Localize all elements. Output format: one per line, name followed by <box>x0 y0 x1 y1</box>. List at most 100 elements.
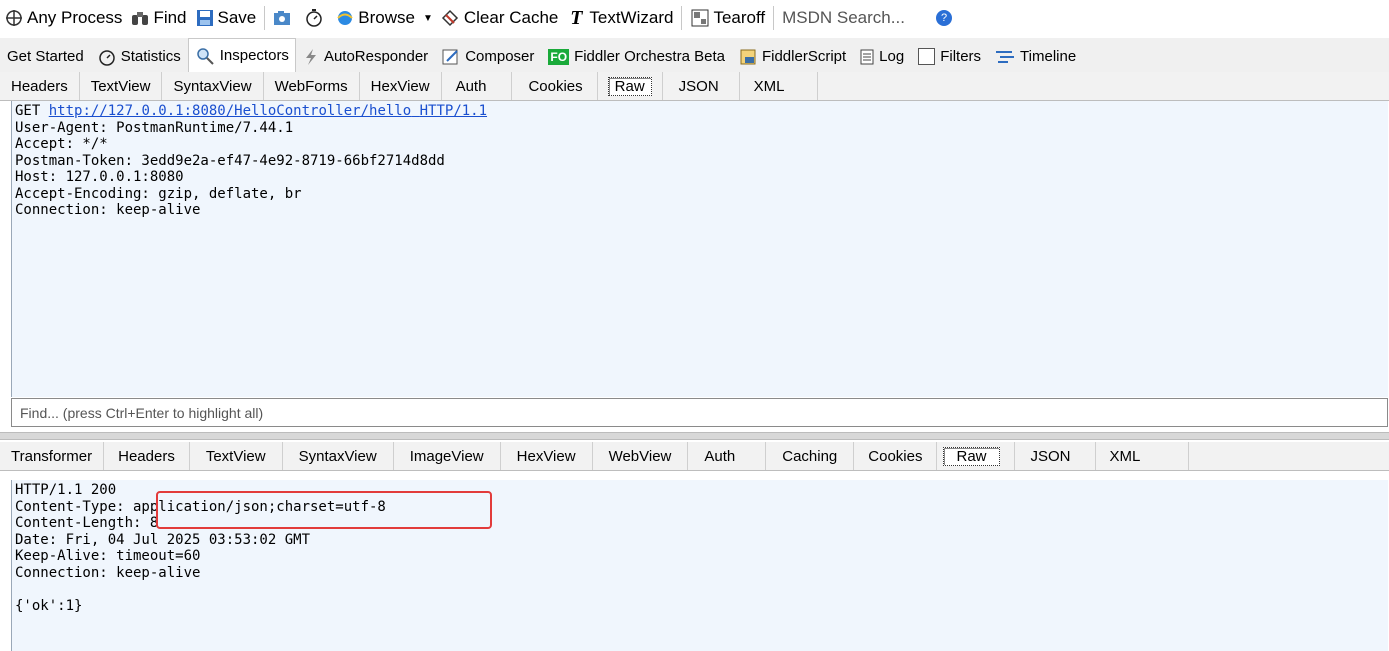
response-tab-headers[interactable]: Headers <box>104 442 190 470</box>
screenshot-button[interactable] <box>269 4 300 32</box>
tab-get-started[interactable]: Get Started <box>0 40 91 72</box>
script-icon <box>739 48 757 66</box>
tearoff-button[interactable]: Tearoff <box>686 4 769 32</box>
lightning-icon <box>303 48 319 66</box>
request-tab-json[interactable]: JSON <box>663 72 740 100</box>
request-header-line: Accept-Encoding: gzip, deflate, br <box>15 185 302 202</box>
tab-timeline[interactable]: Timeline <box>988 40 1083 72</box>
request-line: GET http://127.0.0.1:8080/HelloControlle… <box>15 103 1388 120</box>
any-process-label: Any Process <box>27 8 123 27</box>
tab-label: Filters <box>940 48 982 65</box>
textwizard-icon: T <box>570 6 583 29</box>
browse-button[interactable]: Browse <box>331 4 419 32</box>
crosshair-icon <box>4 8 24 28</box>
response-tab-caching[interactable]: Caching <box>766 442 855 470</box>
tab-label: HexView <box>516 447 576 465</box>
composer-icon <box>442 48 460 66</box>
tab-composer[interactable]: Composer <box>435 40 541 72</box>
toolbar-separator <box>681 6 683 30</box>
response-tab-hexview[interactable]: HexView <box>501 442 593 470</box>
textwizard-label: TextWizard <box>589 8 674 27</box>
request-url-link[interactable]: http://127.0.0.1:8080/HelloController/he… <box>49 103 487 119</box>
request-tab-textview[interactable]: TextView <box>80 72 163 100</box>
request-header-line: User-Agent: PostmanRuntime/7.44.1 <box>15 119 294 136</box>
tab-fiddler-orchestra[interactable]: FO Fiddler Orchestra Beta <box>541 40 732 72</box>
request-url: http://127.0.0.1:8080/HelloController/he… <box>48 103 412 119</box>
save-button[interactable]: Save <box>191 4 261 32</box>
tab-label: Auth <box>704 447 736 465</box>
log-icon <box>860 49 874 65</box>
tab-label: Cookies <box>868 447 923 465</box>
tab-label: Composer <box>465 48 535 65</box>
tab-statistics[interactable]: Statistics <box>91 40 188 72</box>
any-process-button[interactable]: Any Process <box>0 4 126 32</box>
pane-splitter[interactable] <box>0 432 1389 440</box>
magnifier-icon <box>195 47 215 65</box>
binoculars-icon <box>130 8 150 28</box>
chevron-down-icon: ▼ <box>422 12 433 24</box>
browse-label: Browse <box>358 8 415 27</box>
response-tab-xml[interactable]: XML <box>1096 442 1190 470</box>
tab-autoresponder[interactable]: AutoResponder <box>296 40 435 72</box>
content-type-highlight-box <box>156 491 492 529</box>
camera-icon <box>273 8 293 28</box>
help-icon[interactable]: ? <box>936 10 953 26</box>
request-tab-syntaxview[interactable]: SyntaxView <box>162 72 264 100</box>
fiddler-orchestra-icon: FO <box>548 48 570 65</box>
tab-label: TextView <box>205 447 266 465</box>
tab-log[interactable]: Log <box>853 40 911 72</box>
tab-label: ImageView <box>409 447 484 465</box>
response-blank-line <box>15 581 1388 598</box>
tab-label: Fiddler Orchestra Beta <box>574 48 725 65</box>
request-tab-cookies[interactable]: Cookies <box>512 72 598 100</box>
response-tab-cookies[interactable]: Cookies <box>854 442 938 470</box>
request-header-line: Connection: keep-alive <box>15 202 201 218</box>
toolbar-separator <box>264 6 266 30</box>
msdn-search-input[interactable]: MSDN Search... <box>778 5 931 31</box>
find-button[interactable]: Find <box>126 4 190 32</box>
main-toolbar: Any Process Find Save Browse ▼ Clear Cac… <box>0 0 1389 36</box>
tab-label: Headers <box>11 77 68 95</box>
request-tab-hexview[interactable]: HexView <box>360 72 442 100</box>
request-header-line: Postman-Token: 3edd9e2a-ef47-4e92-8719-6… <box>15 152 445 169</box>
response-tab-auth[interactable]: Auth <box>688 442 767 470</box>
tab-label: FiddlerScript <box>761 48 847 65</box>
tab-label: Transformer <box>11 447 93 465</box>
tab-label: HexView <box>370 77 430 95</box>
request-header-line: Host: 127.0.0.1:8080 <box>15 169 184 185</box>
find-input[interactable]: Find... (press Ctrl+Enter to highlight a… <box>11 398 1388 427</box>
browser-icon <box>335 8 355 28</box>
tab-label: Timeline <box>1020 48 1077 65</box>
clear-cache-button[interactable]: Clear Cache <box>437 4 563 32</box>
filters-checkbox[interactable] <box>918 48 936 65</box>
tearoff-label: Tearoff <box>713 8 766 27</box>
response-tab-textview[interactable]: TextView <box>190 442 283 470</box>
tab-inspectors[interactable]: Inspectors <box>187 38 296 72</box>
tab-label: Log <box>879 48 905 65</box>
request-tab-xml[interactable]: XML <box>740 72 818 100</box>
response-tab-json[interactable]: JSON <box>1015 442 1096 470</box>
request-tab-auth[interactable]: Auth <box>442 72 513 100</box>
main-tab-strip: Get Started Statistics Inspectors AutoRe… <box>0 38 1389 73</box>
tab-label: Get Started <box>7 48 84 65</box>
tab-label: WebForms <box>274 77 348 95</box>
textwizard-button[interactable]: T TextWizard <box>562 4 677 32</box>
request-tab-raw[interactable]: Raw <box>598 72 663 100</box>
response-tab-syntaxview[interactable]: SyntaxView <box>283 442 394 470</box>
request-raw-textarea[interactable]: GET http://127.0.0.1:8080/HelloControlle… <box>11 101 1388 397</box>
tab-fiddlerscript[interactable]: FiddlerScript <box>732 40 853 72</box>
response-tab-transformer[interactable]: Transformer <box>0 442 105 470</box>
request-tab-webforms[interactable]: WebForms <box>264 72 360 100</box>
timer-button[interactable] <box>300 4 331 32</box>
browse-dropdown-button[interactable]: ▼ <box>419 4 437 32</box>
response-tab-webview[interactable]: WebView <box>593 442 689 470</box>
tab-label: Raw <box>607 76 652 96</box>
timeline-icon <box>995 49 1015 65</box>
tab-filters[interactable]: Filters <box>911 40 988 72</box>
response-tab-raw[interactable]: Raw <box>937 442 1015 470</box>
tab-label: Caching <box>782 447 838 465</box>
tab-label: Auth <box>455 77 487 95</box>
request-tab-headers[interactable]: Headers <box>0 72 80 100</box>
tab-label: Statistics <box>120 48 181 65</box>
response-tab-imageview[interactable]: ImageView <box>394 442 501 470</box>
